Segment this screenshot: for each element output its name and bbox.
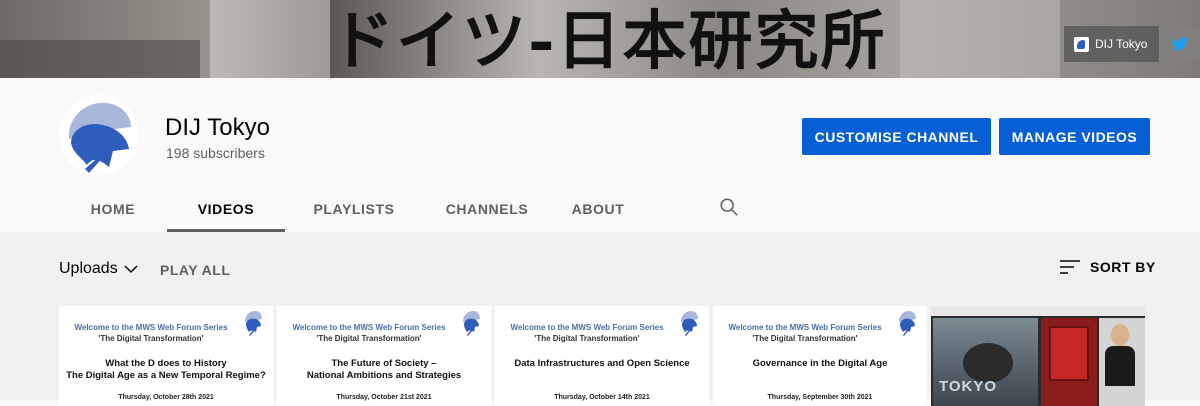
series-header: Welcome to the MWS Web Forum Series [510, 323, 664, 332]
video-title-line: What the D does to History [105, 358, 227, 369]
site-favicon-icon [1074, 36, 1089, 52]
play-all-button[interactable]: PLAY ALL [160, 262, 230, 278]
thumbnail-photo: TOKYO [933, 318, 1038, 406]
video-title-line: The Digital Age as a New Temporal Regime… [66, 370, 266, 381]
banner-link-label: DIJ Tokyo [1095, 37, 1148, 51]
series-header: Welcome to the MWS Web Forum Series [292, 323, 446, 332]
manage-videos-button[interactable]: MANAGE VIDEOS [999, 118, 1150, 155]
banner-photo-area [0, 40, 200, 78]
photo-sign-text: TOKYO [939, 378, 998, 395]
video-thumbnail[interactable]: Welcome to the MWS Web Forum Series 'The… [277, 306, 491, 406]
speaker-body [1105, 346, 1135, 386]
tab-playlists[interactable]: PLAYLISTS [285, 186, 423, 232]
video-title: Governance in the Digital Age [713, 358, 927, 370]
banner-photo-area [210, 0, 330, 78]
chevron-down-icon [124, 265, 138, 274]
screen-share-bar [931, 306, 1145, 316]
search-icon[interactable] [718, 196, 740, 218]
uploads-label: Uploads [59, 260, 118, 277]
photo-object [1049, 326, 1089, 381]
video-title-line: Governance in the Digital Age [752, 358, 888, 369]
video-title: What the D does to History The Digital A… [59, 358, 273, 382]
video-title: Data Infrastructures and Open Science [495, 358, 709, 370]
channel-header: DIJ Tokyo 198 subscribers CUSTOMISE CHAN… [0, 78, 1200, 232]
uploads-dropdown[interactable]: Uploads [59, 260, 138, 278]
tab-channels[interactable]: CHANNELS [423, 186, 551, 232]
video-thumbnail[interactable]: Welcome to the MWS Web Forum Series 'The… [495, 306, 709, 406]
twitter-link[interactable] [1159, 26, 1200, 62]
thumbnail-photo [1041, 318, 1097, 406]
video-grid: Welcome to the MWS Web Forum Series 'The… [59, 306, 1145, 406]
sort-by-label: SORT BY [1090, 259, 1156, 275]
video-title-line: The Future of Society – [331, 358, 437, 369]
ginkgo-logo-icon [681, 311, 698, 336]
tab-home[interactable]: HOME [59, 186, 167, 232]
twitter-icon [1171, 37, 1188, 51]
channel-banner: ドイツ-日本研究所 DIJ Tokyo [0, 0, 1200, 78]
video-thumbnail[interactable]: TOKYO [931, 306, 1145, 406]
video-thumbnail[interactable]: Welcome to the MWS Web Forum Series 'The… [59, 306, 273, 406]
ginkgo-logo-icon [899, 311, 916, 336]
tab-about[interactable]: ABOUT [551, 186, 645, 232]
ginkgo-logo-icon [463, 311, 480, 336]
speaker-video [1099, 318, 1145, 406]
series-subheader: 'The Digital Transformation' [534, 334, 640, 343]
video-title-line: Data Infrastructures and Open Science [514, 358, 690, 369]
series-header: Welcome to the MWS Web Forum Series [728, 323, 882, 332]
series-subheader: 'The Digital Transformation' [98, 334, 204, 343]
ginkgo-logo-icon [245, 311, 262, 336]
photo-figure [963, 343, 1013, 383]
video-title: The Future of Society – National Ambitio… [277, 358, 491, 382]
series-subheader: 'The Digital Transformation' [752, 334, 858, 343]
channel-avatar[interactable] [59, 95, 139, 175]
banner-title: ドイツ-日本研究所 [330, 4, 887, 78]
channel-name: DIJ Tokyo [165, 114, 270, 141]
ginkgo-logo-icon [68, 102, 131, 173]
banner-website-link[interactable]: DIJ Tokyo [1064, 26, 1159, 62]
videos-section: Uploads PLAY ALL SORT BY Welcome to the … [0, 232, 1200, 406]
speaker-face [1111, 324, 1129, 346]
banner-photo-area [900, 0, 1060, 78]
video-title-line: National Ambitions and Strategies [306, 370, 462, 381]
subscriber-count: 198 subscribers [166, 145, 265, 161]
series-subheader: 'The Digital Transformation' [316, 334, 422, 343]
sort-by-button[interactable]: SORT BY [1060, 259, 1156, 275]
channel-tabs: HOME VIDEOS PLAYLISTS CHANNELS ABOUT [59, 186, 645, 232]
customise-channel-button[interactable]: CUSTOMISE CHANNEL [802, 118, 991, 155]
video-thumbnail[interactable]: Welcome to the MWS Web Forum Series 'The… [713, 306, 927, 406]
series-header: Welcome to the MWS Web Forum Series [74, 323, 228, 332]
tab-videos[interactable]: VIDEOS [167, 186, 285, 232]
sort-icon [1060, 260, 1080, 274]
